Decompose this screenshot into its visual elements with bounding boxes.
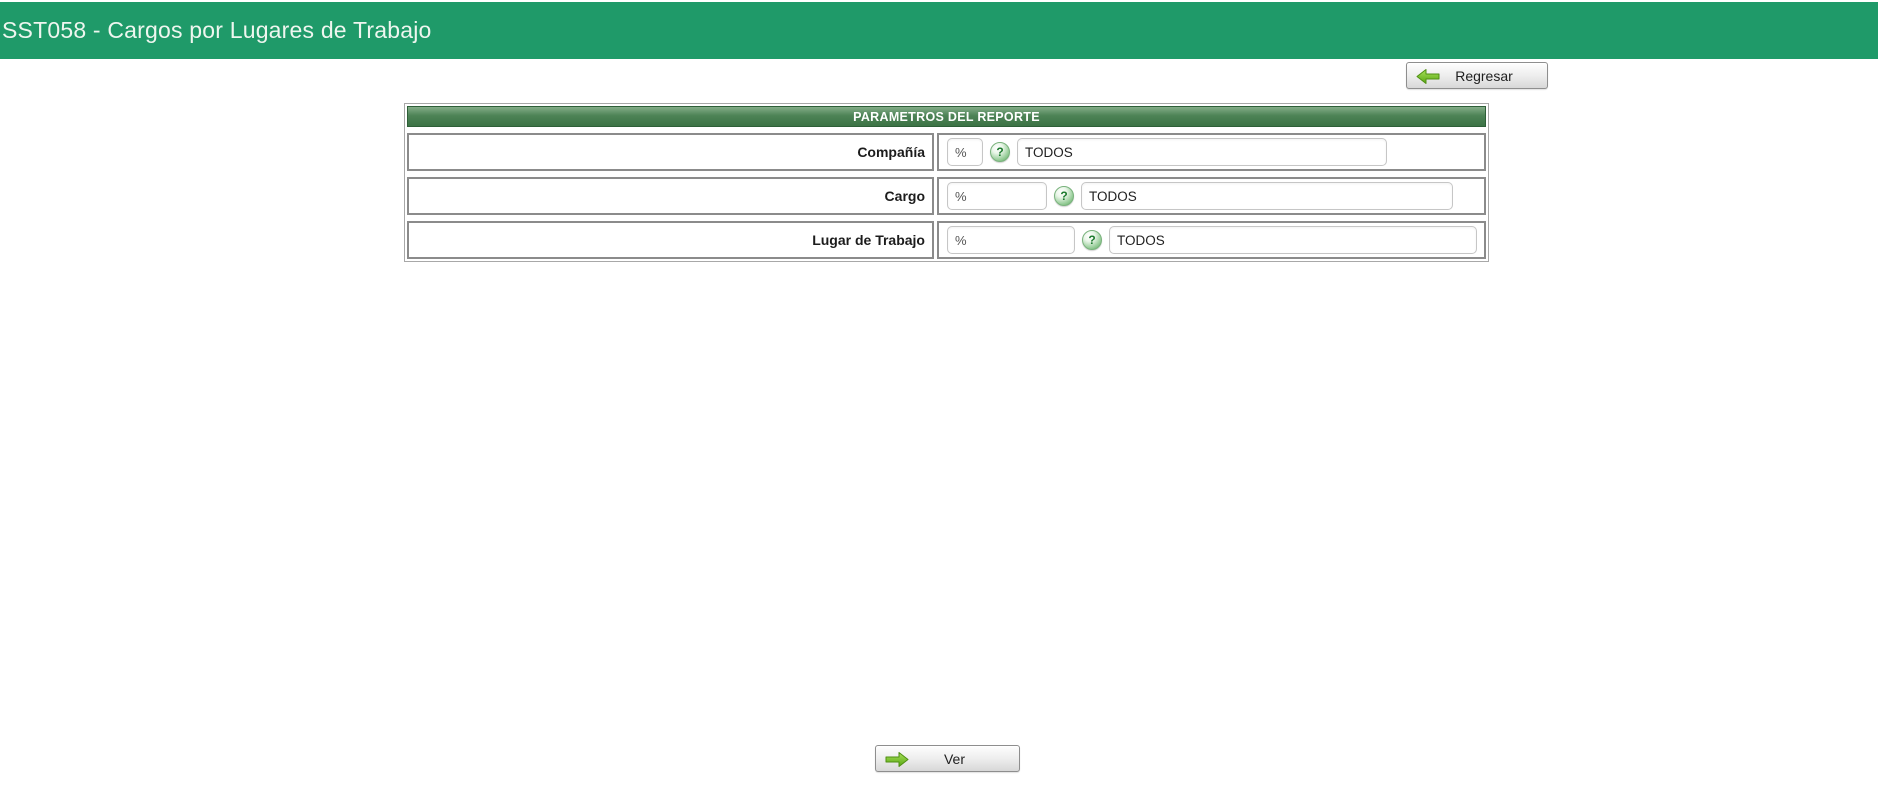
forward-arrow-icon <box>885 752 909 767</box>
cargo-code-input[interactable] <box>947 182 1047 210</box>
table-row-cargo: Cargo ? <box>407 177 1486 215</box>
compania-inputs-cell: ? <box>937 133 1486 171</box>
cargo-label-cell: Cargo <box>407 177 934 215</box>
back-arrow-icon <box>1416 69 1440 84</box>
compania-label-cell: Compañía <box>407 133 934 171</box>
title-bar: SST058 - Cargos por Lugares de Trabajo <box>0 2 1878 59</box>
lugar-label-cell: Lugar de Trabajo <box>407 221 934 259</box>
compania-label: Compañía <box>857 144 925 160</box>
regresar-button[interactable]: Regresar <box>1406 62 1548 89</box>
page: SST058 - Cargos por Lugares de Trabajo R… <box>0 0 1878 792</box>
report-parameters-table: PARAMETROS DEL REPORTE Compañía ? Cargo … <box>404 103 1489 262</box>
lugar-code-input[interactable] <box>947 226 1075 254</box>
page-title: SST058 - Cargos por Lugares de Trabajo <box>2 17 432 43</box>
table-row-lugar-de-trabajo: Lugar de Trabajo ? <box>407 221 1486 259</box>
lugar-inputs-cell: ? <box>937 221 1486 259</box>
cargo-help-icon[interactable]: ? <box>1054 186 1074 206</box>
compania-help-icon[interactable]: ? <box>990 142 1010 162</box>
report-parameters-title: PARAMETROS DEL REPORTE <box>853 109 1040 124</box>
cargo-inputs-cell: ? <box>937 177 1486 215</box>
cargo-label: Cargo <box>884 188 925 204</box>
compania-description-input[interactable] <box>1017 138 1387 166</box>
cargo-description-input[interactable] <box>1081 182 1453 210</box>
report-parameters-header: PARAMETROS DEL REPORTE <box>407 106 1486 127</box>
lugar-description-input[interactable] <box>1109 226 1477 254</box>
compania-code-input[interactable] <box>947 138 983 166</box>
table-row-compania: Compañía ? <box>407 133 1486 171</box>
lugar-label: Lugar de Trabajo <box>812 232 925 248</box>
lugar-help-icon[interactable]: ? <box>1082 230 1102 250</box>
ver-button[interactable]: Ver <box>875 745 1020 772</box>
